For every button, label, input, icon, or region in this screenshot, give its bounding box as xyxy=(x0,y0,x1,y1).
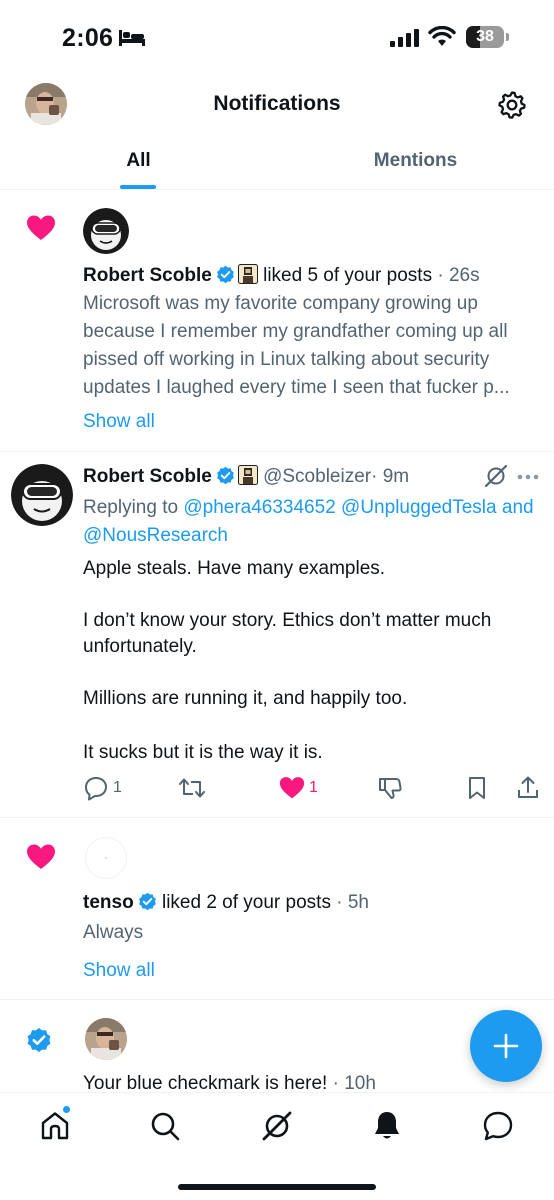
action-text: liked 2 of your posts xyxy=(161,892,331,913)
page-title: Notifications xyxy=(213,92,341,115)
share-icon xyxy=(518,776,538,798)
thumbs-down-icon xyxy=(379,778,402,799)
preview-text: Microsoft was my favorite company growin… xyxy=(83,293,510,398)
verified-badge-icon xyxy=(216,466,234,485)
avatar[interactable] xyxy=(85,837,127,879)
tab-mentions[interactable]: Mentions xyxy=(277,134,554,190)
post-text: I don’t know your story. Ethics don’t ma… xyxy=(83,610,492,657)
bookmark-icon xyxy=(469,777,485,799)
battery-percentage: 38 xyxy=(476,28,494,45)
avatar[interactable] xyxy=(83,208,129,254)
heart-icon xyxy=(27,844,55,869)
status-time: 2:06 xyxy=(62,24,114,52)
tab-all[interactable]: All xyxy=(0,134,277,190)
reply-icon xyxy=(85,777,107,801)
avatar[interactable] xyxy=(85,1018,127,1060)
more-options-icon[interactable] xyxy=(517,474,539,480)
messages-icon[interactable] xyxy=(481,1109,515,1143)
verified-badge-icon xyxy=(138,892,156,911)
bookmark-button[interactable] xyxy=(464,775,490,801)
home-indicator[interactable] xyxy=(178,1184,376,1190)
reply-count: 1 xyxy=(113,779,122,796)
notification-text: Your blue checkmark is here! xyxy=(83,1073,328,1094)
post-text: Millions are running it, and happily too… xyxy=(83,688,408,709)
app-header: Notifications xyxy=(0,78,554,134)
verified-badge-icon xyxy=(216,265,234,284)
timestamp: · 10h xyxy=(332,1073,376,1094)
post-text: Apple steals. Have many examples. xyxy=(83,558,386,579)
show-all-link[interactable]: Show all xyxy=(83,960,155,982)
affiliation-badge-icon xyxy=(237,264,258,284)
mention-link[interactable]: @phera46334652 xyxy=(183,497,335,518)
search-icon[interactable] xyxy=(148,1109,182,1143)
replying-to: Replying to @phera46334652 @UnpluggedTes… xyxy=(83,494,538,550)
post-text: It sucks but it is the way it is. xyxy=(83,742,323,763)
repost-icon xyxy=(179,778,205,798)
divider xyxy=(0,817,554,818)
grok-icon[interactable] xyxy=(484,464,508,488)
divider xyxy=(0,999,554,1000)
dislike-button[interactable] xyxy=(377,775,403,801)
battery-icon: 38 xyxy=(466,26,510,48)
user-name[interactable]: Robert Scoble xyxy=(83,265,212,286)
post-author-line: Robert Scoble @Scobleizer· 9m xyxy=(83,465,409,488)
timestamp: · 9m xyxy=(371,466,410,487)
timestamp: · 26s xyxy=(437,265,480,286)
active-tab-indicator xyxy=(120,185,156,189)
notification-headline: Robert Scoble liked 5 of your posts · 26… xyxy=(83,264,480,287)
mention-link[interactable]: @NousResearch xyxy=(83,525,228,546)
post-preview: Always xyxy=(83,922,144,943)
post-preview: Microsoft was my favorite company growin… xyxy=(83,290,545,402)
timestamp: · 5h xyxy=(336,892,369,913)
user-name[interactable]: tenso xyxy=(83,892,134,913)
avatar[interactable] xyxy=(11,464,73,526)
gear-icon[interactable] xyxy=(497,90,527,120)
home-icon[interactable] xyxy=(38,1109,72,1143)
user-handle: @Scobleizer xyxy=(263,466,372,487)
action-text: liked 5 of your posts xyxy=(263,265,433,286)
sleep-focus-icon xyxy=(119,30,145,46)
bell-icon[interactable] xyxy=(370,1109,404,1143)
notification-tabs: All Mentions xyxy=(0,134,554,190)
tab-label: Mentions xyxy=(373,150,458,171)
mention-link[interactable]: @UnpluggedTesla xyxy=(341,497,497,518)
divider xyxy=(0,451,554,452)
home-notification-dot xyxy=(62,1105,71,1114)
cellular-signal-icon xyxy=(390,29,419,47)
replying-to-label: Replying to xyxy=(83,497,179,518)
verified-badge-icon xyxy=(27,1028,51,1052)
plus-icon xyxy=(493,1033,519,1059)
affiliation-badge-icon xyxy=(237,465,258,485)
status-bar: 2:06 38 xyxy=(0,0,554,78)
heart-icon xyxy=(27,215,55,240)
heart-icon xyxy=(279,777,305,799)
wifi-icon xyxy=(428,26,456,46)
like-count: 1 xyxy=(309,779,318,796)
share-button[interactable] xyxy=(515,775,541,801)
grok-icon[interactable] xyxy=(260,1109,294,1143)
compose-button[interactable] xyxy=(470,1010,542,1082)
tab-label: All xyxy=(126,150,151,171)
notification-headline: tenso liked 2 of your posts · 5h xyxy=(83,892,369,914)
mention-and: and xyxy=(501,497,534,518)
user-name[interactable]: Robert Scoble xyxy=(83,466,212,487)
show-all-link[interactable]: Show all xyxy=(83,411,155,433)
